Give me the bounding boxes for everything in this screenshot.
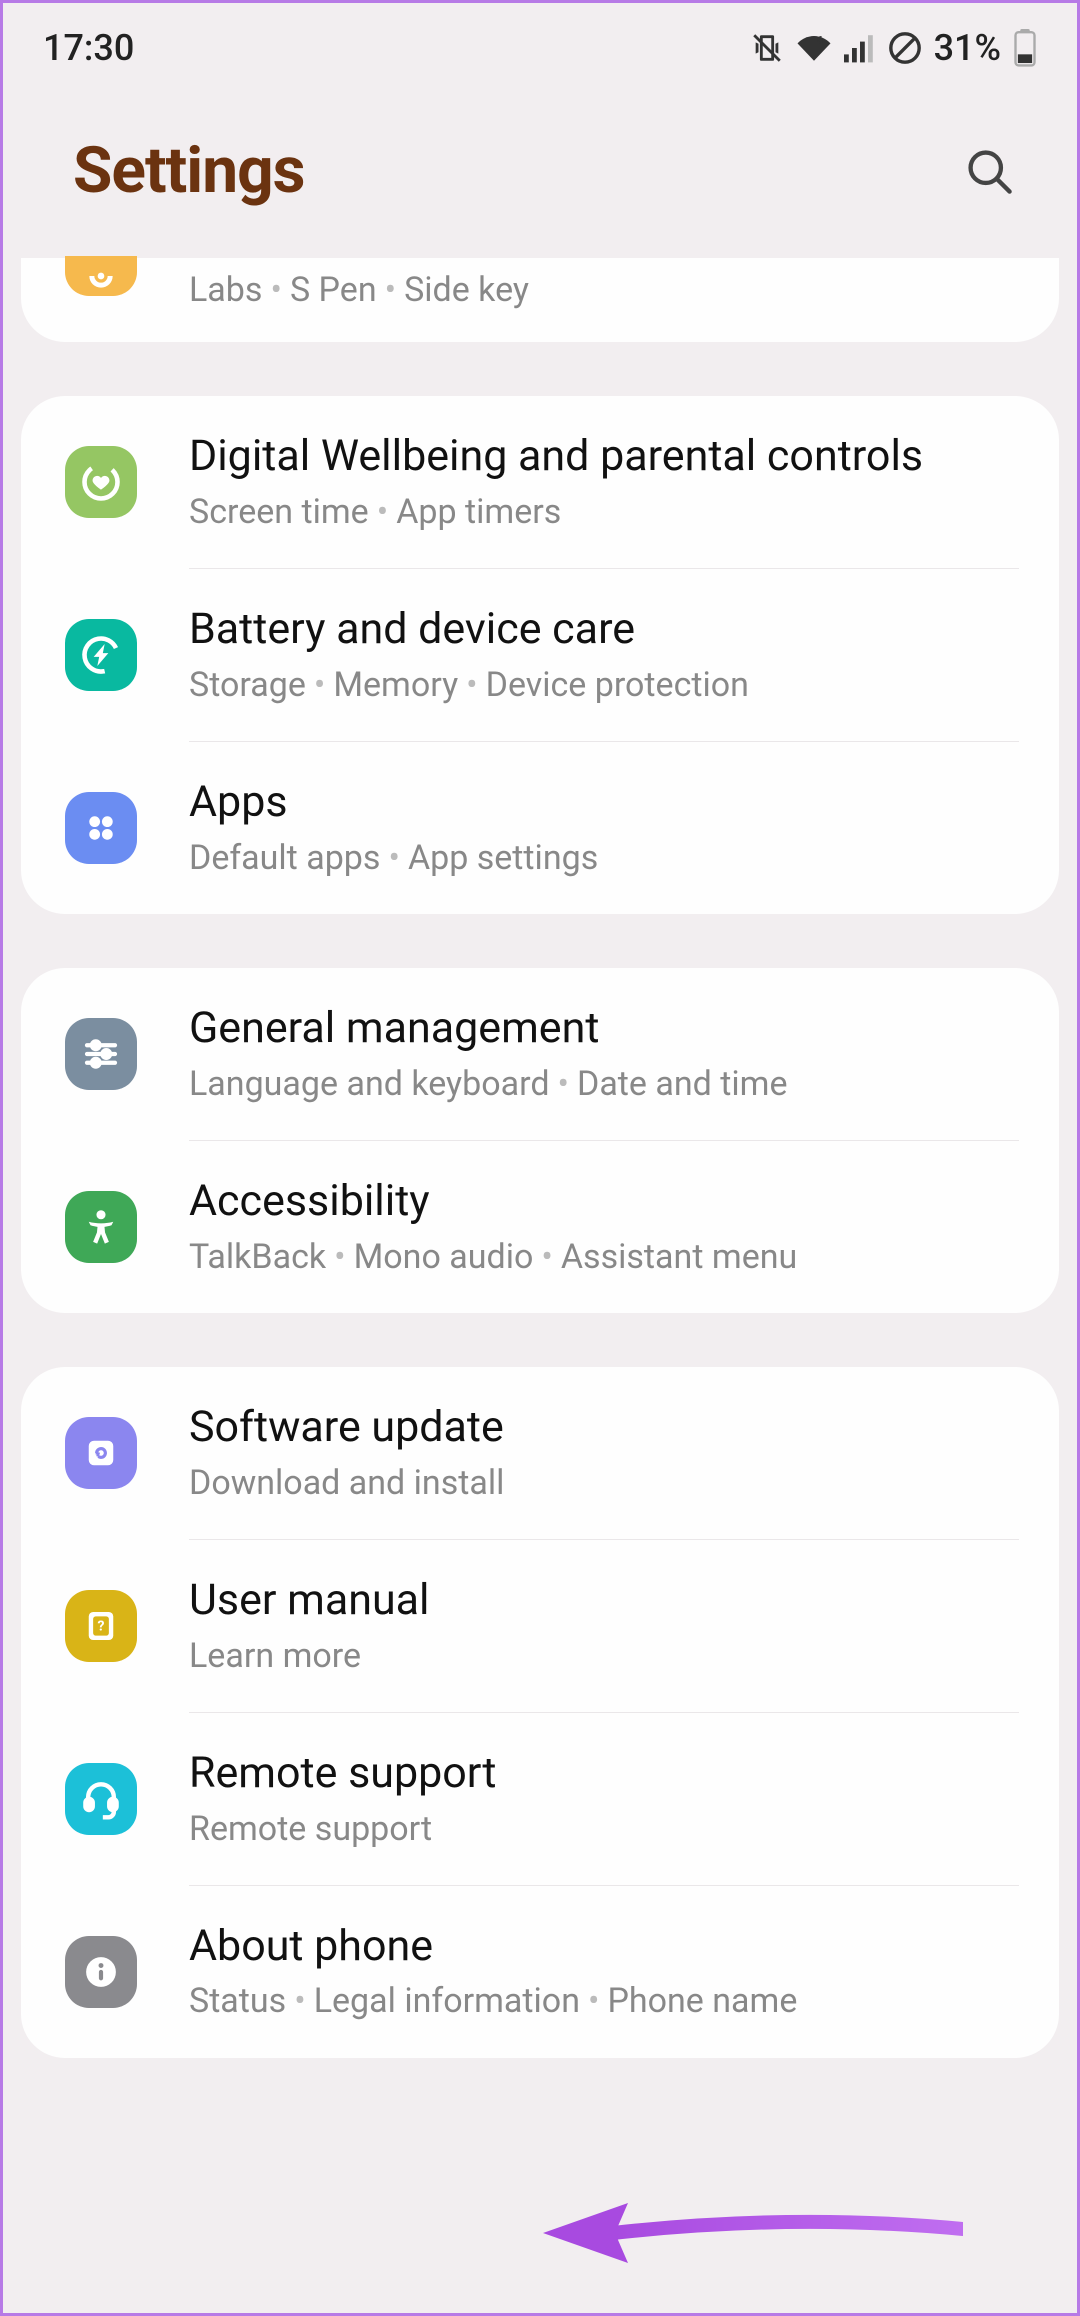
no-sim-icon: [888, 31, 922, 65]
user-manual-icon: ?: [65, 1590, 137, 1662]
battery-icon: [1013, 29, 1037, 67]
accessibility-icon: [65, 1191, 137, 1263]
settings-group-device: Digital Wellbeing and parental controls …: [21, 396, 1059, 914]
search-icon: [963, 145, 1015, 197]
settings-group-advanced: Labs•S Pen•Side key: [21, 258, 1059, 342]
row-subtitle: Language and keyboard•Date and time: [189, 1062, 1019, 1106]
row-subtitle: TalkBack•Mono audio•Assistant menu: [189, 1235, 1019, 1279]
row-subtitle: Remote support: [189, 1807, 1019, 1851]
row-digital-wellbeing[interactable]: Digital Wellbeing and parental controls …: [21, 396, 1059, 568]
row-subtitle: Default apps•App settings: [189, 836, 1019, 880]
row-subtitle: Download and install: [189, 1461, 1019, 1505]
status-right: 6 31%: [750, 27, 1037, 69]
row-accessibility[interactable]: Accessibility TalkBack•Mono audio•Assist…: [21, 1141, 1059, 1313]
software-update-icon: [65, 1417, 137, 1489]
row-user-manual[interactable]: ? User manual Learn more: [21, 1540, 1059, 1712]
battery-pct: 31%: [934, 27, 1001, 69]
settings-group-general: General management Language and keyboard…: [21, 968, 1059, 1313]
general-icon: [65, 1018, 137, 1090]
row-title: About phone: [189, 1920, 1019, 1974]
row-general-management[interactable]: General management Language and keyboard…: [21, 968, 1059, 1140]
row-about-phone[interactable]: About phone Status•Legal information•Pho…: [21, 1886, 1059, 2058]
wifi-icon: 6: [796, 33, 832, 63]
row-battery-care[interactable]: Battery and device care Storage•Memory•D…: [21, 569, 1059, 741]
wellbeing-icon: [65, 446, 137, 518]
status-bar: 17:30 6 31%: [3, 3, 1077, 93]
svg-text:?: ?: [98, 1618, 105, 1634]
row-title: Remote support: [189, 1747, 1019, 1801]
row-software-update[interactable]: Software update Download and install: [21, 1367, 1059, 1539]
search-button[interactable]: [961, 143, 1017, 199]
row-subtitle: Learn more: [189, 1634, 1019, 1678]
annotation-arrow: [543, 2193, 963, 2273]
settings-header: Settings: [3, 93, 1077, 258]
status-time: 17:30: [43, 27, 134, 69]
settings-group-system: Software update Download and install ? U…: [21, 1367, 1059, 2058]
remote-support-icon: [65, 1763, 137, 1835]
page-title: Settings: [73, 133, 305, 208]
battery-care-icon: [65, 619, 137, 691]
signal-icon: [844, 33, 876, 63]
row-title: Accessibility: [189, 1175, 1019, 1229]
row-subtitle: Screen time•App timers: [189, 490, 1019, 534]
row-subtitle: Labs•S Pen•Side key: [189, 268, 1019, 312]
row-title: Software update: [189, 1401, 1019, 1455]
row-title: Digital Wellbeing and parental controls: [189, 430, 1019, 484]
row-title: Battery and device care: [189, 603, 1019, 657]
row-title: User manual: [189, 1574, 1019, 1628]
vibrate-muted-icon: [750, 31, 784, 65]
about-phone-icon: [65, 1936, 137, 2008]
row-subtitle: Storage•Memory•Device protection: [189, 663, 1019, 707]
row-subtitle: Status•Legal information•Phone name: [189, 1979, 1019, 2023]
row-title: Apps: [189, 776, 1019, 830]
apps-icon: [65, 792, 137, 864]
advanced-features-icon: [65, 256, 137, 296]
row-title: General management: [189, 1002, 1019, 1056]
row-apps[interactable]: Apps Default apps•App settings: [21, 742, 1059, 914]
svg-text:6: 6: [817, 34, 823, 47]
row-advanced-features[interactable]: Labs•S Pen•Side key: [21, 258, 1059, 342]
row-remote-support[interactable]: Remote support Remote support: [21, 1713, 1059, 1885]
